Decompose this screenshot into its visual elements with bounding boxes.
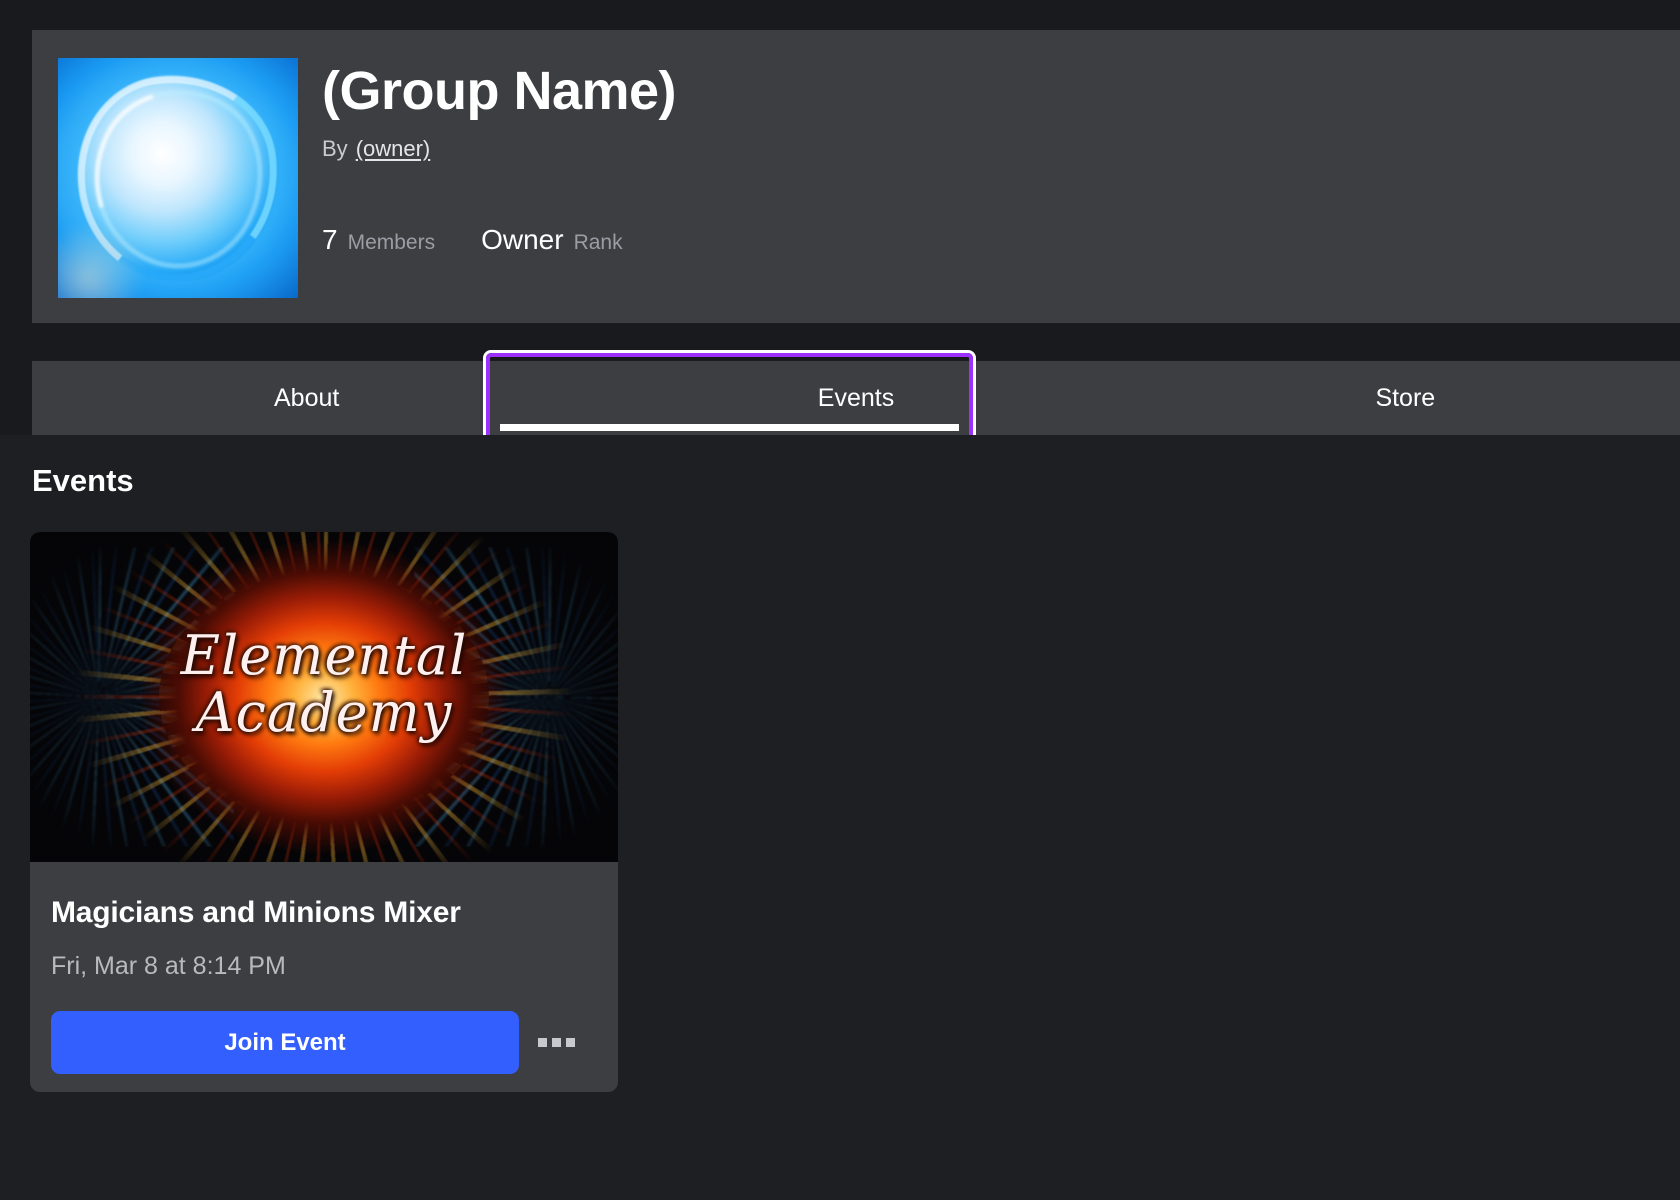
orb-corner-glow-shape — [58, 226, 146, 298]
members-count: 7 — [322, 224, 338, 255]
event-banner-image: Elemental Academy — [30, 532, 618, 862]
ellipsis-icon — [551, 1038, 561, 1047]
event-banner-title-line2: Academy — [195, 680, 453, 744]
join-event-button[interactable]: Join Event — [51, 1011, 519, 1074]
events-heading: Events — [32, 463, 134, 498]
group-meta: (Group Name) By (owner) 7 Members Owner … — [322, 61, 677, 256]
group-title: (Group Name) — [322, 61, 677, 121]
group-owner-link[interactable]: (owner) — [356, 136, 431, 162]
members-label: Members — [347, 231, 436, 254]
rank-label: Rank — [573, 231, 623, 254]
events-content: Events Elemental Academy Magicians and M… — [0, 435, 1680, 1200]
group-stats: 7 Members Owner Rank — [322, 224, 676, 256]
event-title: Magicians and Minions Mixer — [51, 896, 461, 929]
ellipsis-icon — [565, 1038, 575, 1047]
group-page: (Group Name) By (owner) 7 Members Owner … — [0, 0, 1680, 1200]
tab-store[interactable]: Store — [1131, 361, 1680, 435]
group-byline: By (owner) — [322, 136, 676, 162]
group-header: (Group Name) By (owner) 7 Members Owner … — [32, 30, 1680, 323]
event-banner-title: Elemental Academy — [30, 623, 618, 744]
byline-prefix: By — [322, 136, 348, 161]
ellipsis-icon — [537, 1038, 547, 1047]
event-banner-title-line1: Elemental — [180, 623, 468, 687]
rank-value: Owner — [481, 224, 564, 255]
tab-events[interactable]: Events — [581, 361, 1131, 435]
group-tabs: About Events Store — [32, 361, 1680, 435]
event-datetime: Fri, Mar 8 at 8:14 PM — [51, 952, 286, 980]
tab-about[interactable]: About — [32, 361, 581, 435]
event-card-actions: Join Event — [51, 1011, 618, 1074]
group-icon[interactable] — [58, 58, 298, 298]
event-card-body: Magicians and Minions Mixer Fri, Mar 8 a… — [30, 862, 618, 1074]
event-more-options-button[interactable] — [525, 1012, 587, 1074]
event-card[interactable]: Elemental Academy Magicians and Minions … — [30, 532, 618, 1092]
